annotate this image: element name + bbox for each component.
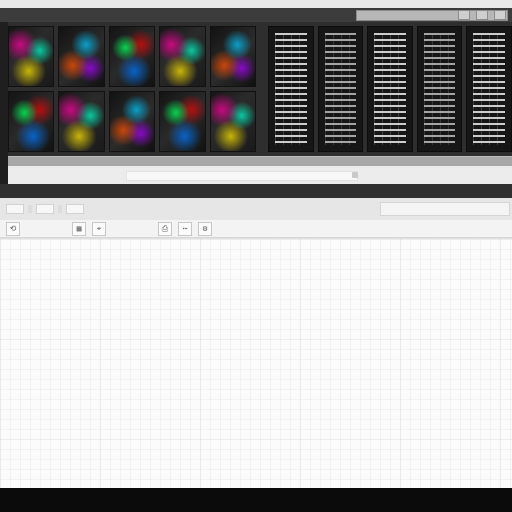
breadcrumb-separator (28, 205, 32, 213)
document-thumbnail[interactable] (416, 26, 463, 152)
photo-thumbnail[interactable] (58, 91, 105, 152)
cursor-icon[interactable]: ⌖ (92, 221, 106, 236)
breadcrumb-item[interactable] (36, 204, 54, 214)
top-tool-3[interactable] (494, 10, 506, 20)
top-tools (458, 10, 506, 20)
breadcrumb[interactable] (6, 204, 84, 214)
document-thumbnail[interactable] (466, 26, 512, 152)
document-thumbnail[interactable] (367, 26, 413, 152)
info-dot-icon (352, 172, 358, 178)
info-panel (8, 166, 512, 185)
bottom-bar (0, 488, 512, 512)
settings-icon[interactable]: ⚙ (198, 221, 212, 236)
back-icon[interactable]: ⟲ (6, 221, 20, 236)
document-thumbnail[interactable] (268, 26, 314, 152)
toolbar: ⟲ ▦ ⌖ ⎙ ⋯ ⚙ (0, 220, 512, 238)
photo-thumbnail[interactable] (108, 26, 156, 87)
breadcrumb-panel (0, 198, 512, 221)
photo-thumbnail[interactable] (159, 91, 206, 152)
photo-thumbnail[interactable] (58, 26, 105, 87)
photo-thumbnail[interactable] (108, 91, 156, 152)
breadcrumb-separator (58, 205, 62, 213)
left-rail (0, 22, 8, 198)
search-box[interactable] (380, 202, 510, 216)
document-thumbnail[interactable] (317, 26, 364, 152)
main-canvas[interactable] (0, 238, 512, 489)
photo-thumbnail[interactable] (8, 26, 55, 87)
more-icon[interactable]: ⋯ (178, 221, 192, 236)
canvas-guides (0, 239, 512, 489)
breadcrumb-item[interactable] (66, 204, 84, 214)
separator-bar (0, 184, 512, 198)
top-tool-2[interactable] (476, 10, 488, 20)
info-field[interactable] (126, 171, 358, 181)
photo-thumbnail[interactable] (8, 91, 55, 152)
grid-icon[interactable]: ▦ (72, 221, 86, 236)
top-tool-1[interactable] (458, 10, 470, 20)
print-icon[interactable]: ⎙ (158, 221, 172, 236)
photo-thumbnail[interactable] (209, 26, 256, 87)
photo-thumbnail[interactable] (159, 26, 206, 87)
photo-grid (8, 26, 256, 152)
document-grid (268, 26, 512, 152)
breadcrumb-item[interactable] (6, 204, 24, 214)
photo-thumbnail[interactable] (209, 91, 256, 152)
